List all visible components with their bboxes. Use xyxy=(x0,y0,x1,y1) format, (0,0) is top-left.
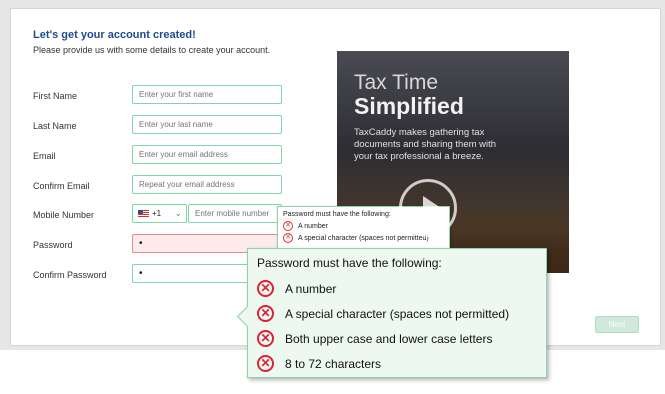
rule-item: ✕ Both upper case and lower case letters xyxy=(257,326,537,351)
confirm-password-label: Confirm Password xyxy=(33,270,107,280)
us-flag-icon xyxy=(138,210,149,217)
last-name-label: Last Name xyxy=(33,121,77,131)
x-circle-icon: ✕ xyxy=(257,355,274,372)
password-label: Password xyxy=(33,240,73,250)
country-code-value: +1 xyxy=(152,209,162,218)
rule-text: Both upper case and lower case letters xyxy=(285,331,493,346)
country-code-select[interactable]: +1 ⌄ xyxy=(132,204,187,223)
play-icon[interactable] xyxy=(399,179,457,237)
x-circle-icon: ✕ xyxy=(257,305,274,322)
email-input[interactable] xyxy=(132,145,282,164)
rule-text: A special character (spaces not permitte… xyxy=(285,306,510,321)
rule-text: A number xyxy=(298,222,328,230)
promo-text: TaxCaddy makes gathering tax documents a… xyxy=(354,127,497,162)
rule-text: A special character (spaces not permitte… xyxy=(298,234,429,242)
email-label: Email xyxy=(33,151,56,161)
confirm-email-label: Confirm Email xyxy=(33,181,90,191)
x-circle-icon: ✕ xyxy=(257,330,274,347)
rule-text: A number xyxy=(285,281,337,296)
x-circle-icon: ✕ xyxy=(283,233,293,243)
last-name-input[interactable] xyxy=(132,115,282,134)
mobile-input[interactable] xyxy=(188,204,282,223)
x-circle-icon: ✕ xyxy=(257,280,274,297)
rule-item: ✕ A number xyxy=(257,276,537,301)
chevron-down-icon: ⌄ xyxy=(174,208,182,218)
rule-item: ✕ A special character (spaces not permit… xyxy=(257,301,537,326)
confirm-email-input[interactable] xyxy=(132,175,282,194)
rule-text: 8 to 72 characters xyxy=(285,356,382,371)
next-button[interactable]: Next xyxy=(595,316,639,333)
x-circle-icon: ✕ xyxy=(283,221,293,231)
page-title: Let's get your account created! xyxy=(33,29,196,41)
rule-item: ✕ 8 to 72 characters xyxy=(257,351,537,376)
mobile-label: Mobile Number xyxy=(33,210,95,220)
first-name-label: First Name xyxy=(33,91,78,101)
tooltip-title: Password must have the following: xyxy=(257,256,442,270)
first-name-input[interactable] xyxy=(132,85,282,104)
promo-title-line2: Simplified xyxy=(354,93,464,119)
promo-title-line1: Tax Time xyxy=(354,71,439,94)
password-rules-tooltip: Password must have the following: ✕ A nu… xyxy=(247,248,547,378)
page-subtitle: Please provide us with some details to c… xyxy=(33,45,271,55)
